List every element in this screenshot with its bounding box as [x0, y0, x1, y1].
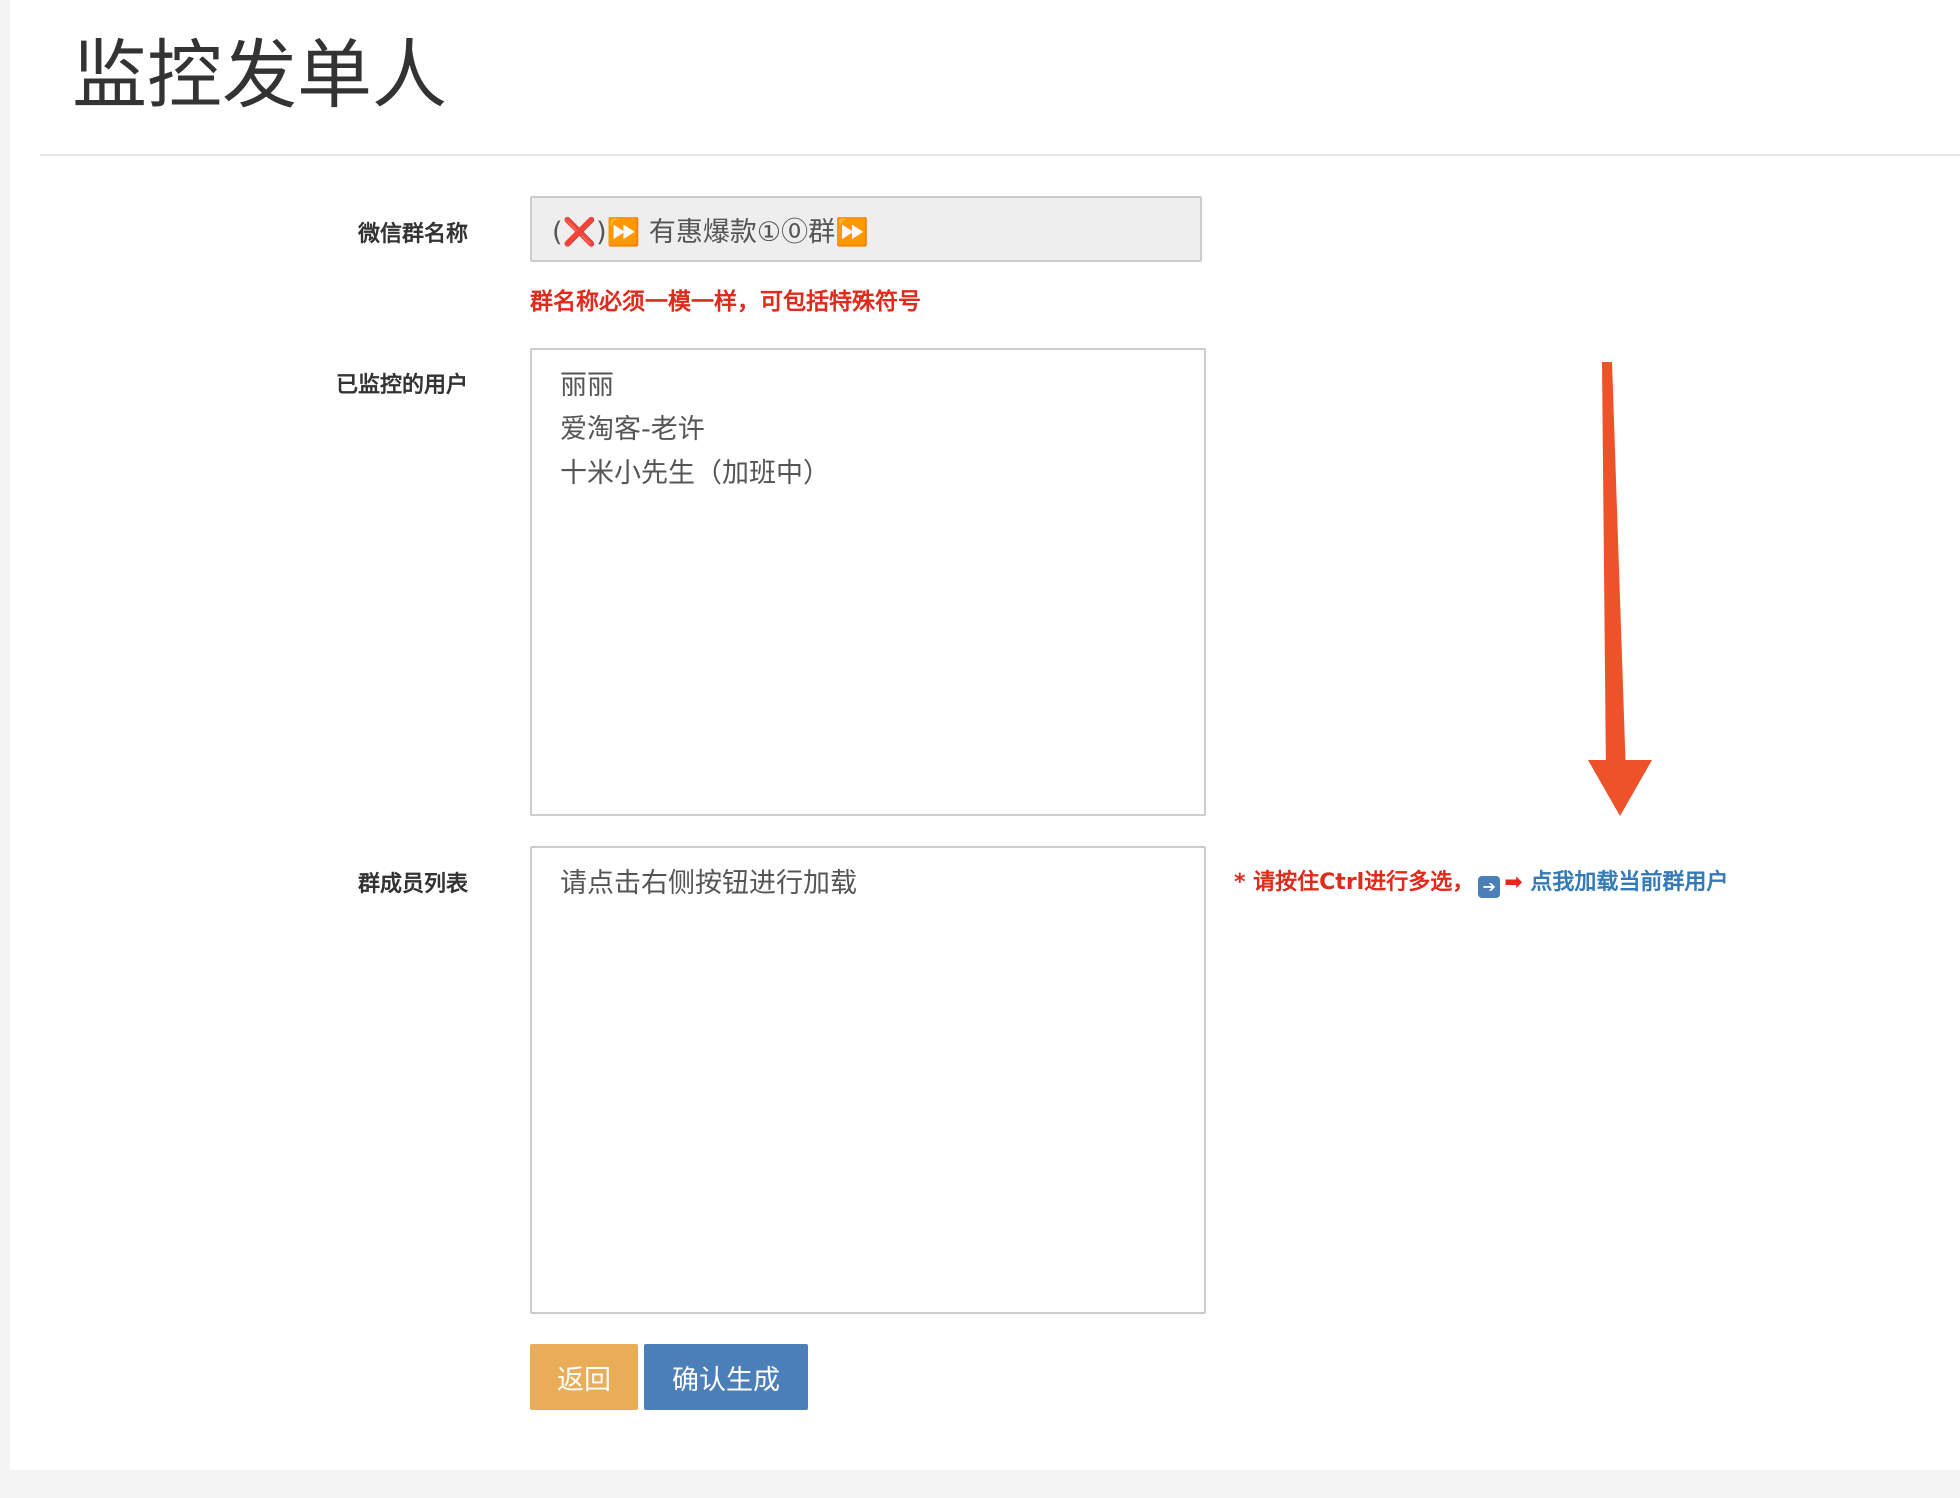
square-right-arrow-icon: ➔: [1478, 876, 1501, 898]
list-item[interactable]: 十米小先生（加班中）: [560, 452, 1176, 496]
multi-select-note: * 请按住Ctrl进行多选， ➔ ➡ 点我加载当前群用户: [1234, 864, 1728, 898]
monitored-users-listbox[interactable]: 丽丽 爱淘客-老许 十米小先生（加班中）: [530, 348, 1206, 816]
page-title: 监控发单人: [72, 31, 448, 119]
group-name-hint: 群名称必须一模一样，可包括特殊符号: [530, 289, 921, 315]
monitored-users-label: 已监控的用户: [335, 373, 468, 398]
back-button[interactable]: 返回: [530, 1344, 638, 1410]
group-members-label: 群成员列表: [357, 872, 468, 897]
arrow-down-icon: [1588, 362, 1652, 816]
title-divider: [40, 154, 1960, 156]
multi-select-hint: * 请按住Ctrl进行多选，: [1234, 870, 1475, 895]
group-members-listbox[interactable]: 请点击右侧按钮进行加载: [530, 846, 1206, 1314]
list-item[interactable]: 请点击右侧按钮进行加载: [560, 862, 1176, 906]
list-item[interactable]: 爱淘客-老许: [560, 408, 1176, 452]
list-item[interactable]: 丽丽: [560, 364, 1176, 408]
confirm-generate-button[interactable]: 确认生成: [644, 1344, 808, 1410]
group-name-label: 微信群名称: [357, 222, 468, 247]
group-name-input[interactable]: [530, 196, 1202, 262]
load-group-users-link[interactable]: 点我加载当前群用户: [1530, 870, 1728, 895]
right-arrow-icon: ➡: [1504, 870, 1523, 895]
